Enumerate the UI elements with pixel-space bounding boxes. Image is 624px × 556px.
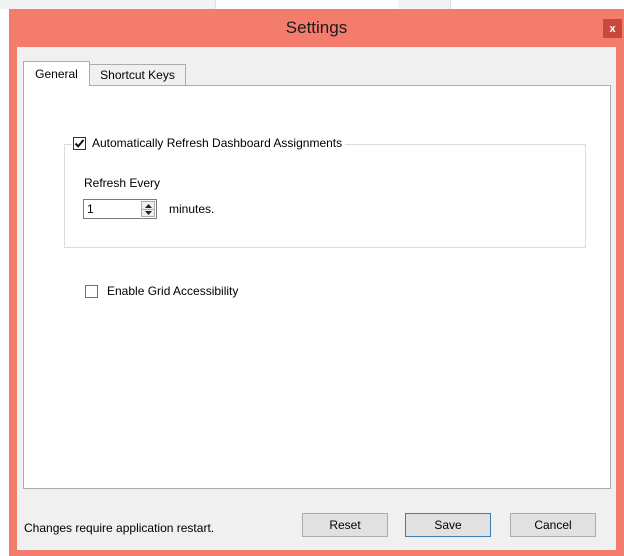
refresh-every-label: Refresh Every — [84, 176, 161, 190]
grid-accessibility-checkbox[interactable] — [85, 284, 98, 298]
refresh-interval-input[interactable] — [87, 201, 137, 217]
grid-accessibility-label: Enable Grid Accessibility — [107, 284, 239, 298]
arrow-down-icon — [144, 210, 152, 215]
dialog-title: Settings — [285, 18, 348, 37]
auto-refresh-header: Automatically Refresh Dashboard Assignme… — [72, 136, 346, 150]
spin-buttons — [141, 201, 155, 217]
tab-label: Shortcut Keys — [100, 68, 175, 82]
tab-shortcut-keys[interactable]: Shortcut Keys — [89, 64, 186, 86]
save-button[interactable]: Save — [405, 513, 491, 537]
background-segment — [398, 0, 451, 9]
title-bar[interactable]: Settings x — [9, 9, 624, 47]
auto-refresh-label: Automatically Refresh Dashboard Assignme… — [92, 136, 343, 150]
background-strip — [0, 0, 624, 9]
tab-general[interactable]: General — [23, 61, 90, 86]
auto-refresh-checkbox[interactable] — [73, 136, 86, 150]
cancel-button[interactable]: Cancel — [510, 513, 596, 537]
refresh-interval-stepper[interactable] — [83, 199, 157, 219]
reset-button[interactable]: Reset — [302, 513, 388, 537]
grid-accessibility-option: Enable Grid Accessibility — [85, 284, 238, 298]
restart-notice: Changes require application restart. — [24, 521, 215, 535]
tab-label: General — [35, 67, 78, 81]
general-tab-panel: Automatically Refresh Dashboard Assignme… — [23, 85, 611, 489]
settings-dialog: Settings x General Shortcut Keys Automat… — [9, 9, 624, 556]
auto-refresh-groupbox — [64, 144, 586, 248]
spin-down-button[interactable] — [142, 209, 154, 216]
background-segment — [0, 0, 216, 9]
close-icon: x — [609, 22, 616, 35]
arrow-up-icon — [144, 203, 152, 208]
minutes-label: minutes. — [169, 202, 215, 216]
dialog-client-area: General Shortcut Keys Automatically Refr… — [17, 47, 616, 550]
checkmark-icon — [74, 138, 85, 148]
close-button[interactable]: x — [603, 19, 622, 38]
